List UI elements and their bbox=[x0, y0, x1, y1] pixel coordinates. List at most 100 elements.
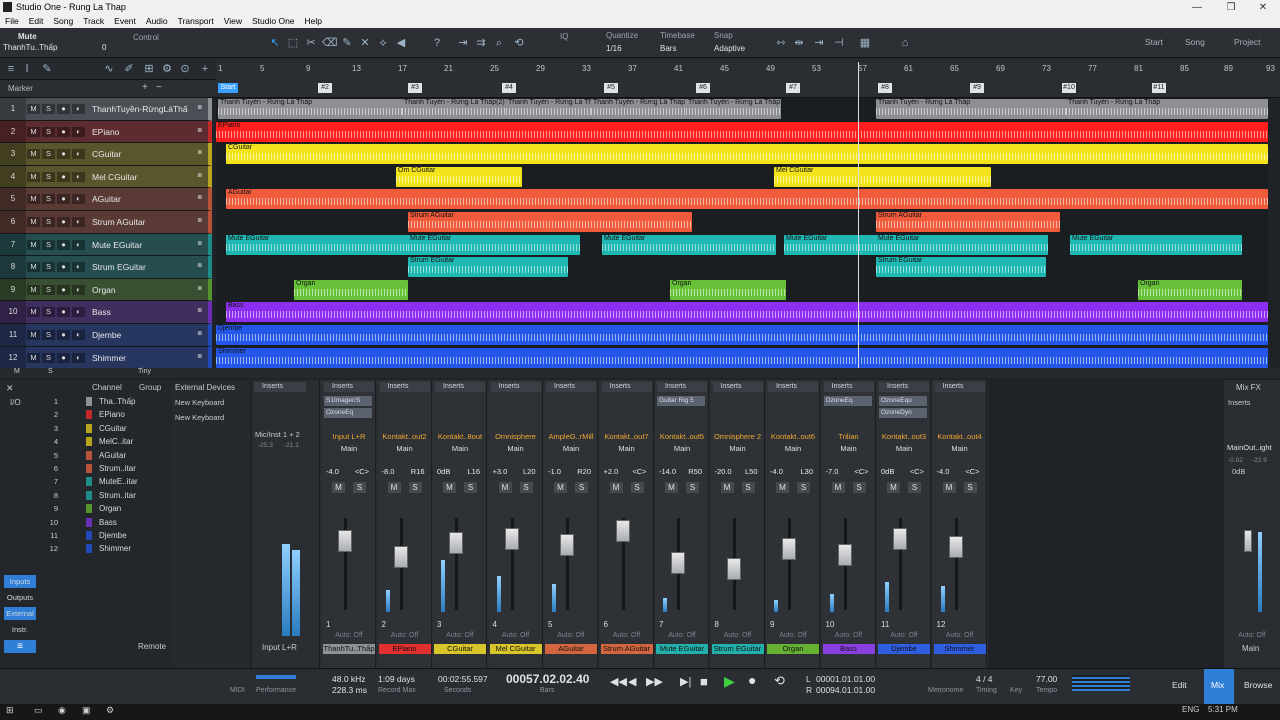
record-arm-button[interactable]: ● bbox=[57, 352, 70, 363]
solo-button[interactable]: S bbox=[42, 194, 55, 205]
mute-button[interactable]: M bbox=[27, 194, 40, 205]
record-arm-button[interactable]: ● bbox=[57, 330, 70, 340]
menu-file[interactable]: File bbox=[0, 15, 24, 28]
audio-event[interactable]: Om CGuitar bbox=[396, 166, 522, 187]
volume-fader[interactable] bbox=[338, 530, 352, 552]
pan-readout[interactable]: <C> bbox=[632, 467, 646, 476]
channel-name[interactable]: ThanhTu..Thấp bbox=[323, 644, 375, 654]
pan-readout[interactable]: <C> bbox=[965, 467, 979, 476]
paint-tool-icon[interactable]: ✎ bbox=[340, 36, 354, 50]
volume-fader[interactable] bbox=[726, 558, 741, 580]
channel-name[interactable]: Mel CGuitar bbox=[489, 644, 542, 654]
automation-mode[interactable]: Auto: Off bbox=[655, 632, 709, 639]
solo-button[interactable]: S bbox=[42, 352, 55, 363]
track-header[interactable]: 11 M S ● ◐ Djembe ⧈ bbox=[0, 324, 212, 347]
channel-input[interactable]: Kontakt..out6 bbox=[768, 432, 818, 441]
marker[interactable]: #3 bbox=[408, 83, 422, 93]
footer-m[interactable]: M bbox=[14, 368, 20, 375]
audio-event[interactable]: Mel CGuitar bbox=[774, 166, 991, 187]
inspector-value[interactable]: 0 bbox=[102, 43, 106, 52]
inserts-header[interactable]: Inserts bbox=[768, 382, 818, 392]
track-status-icon[interactable]: ⧈ bbox=[198, 217, 202, 225]
marker[interactable]: #4 bbox=[502, 83, 516, 93]
solo-button[interactable]: S bbox=[741, 482, 755, 493]
remote-label[interactable]: Remote bbox=[138, 642, 166, 651]
track-height-select[interactable]: Tiny bbox=[138, 368, 151, 375]
solo-button[interactable]: S bbox=[963, 482, 977, 493]
audio-event[interactable]: Organ bbox=[1138, 279, 1242, 300]
track-status-icon[interactable]: ⧈ bbox=[198, 194, 202, 202]
channel-list-item[interactable]: MelC..itar bbox=[99, 437, 133, 446]
channel-list-item[interactable]: MuteE..itar bbox=[99, 477, 138, 486]
audio-event[interactable]: Thanh Tuyền - Rừng Lá Thấp bbox=[876, 99, 1066, 119]
track-name[interactable]: ThanhTuyền-RừngLáThấp bbox=[92, 104, 188, 114]
channel-input[interactable]: Kontakt..out2 bbox=[380, 432, 430, 441]
track-name[interactable]: Bass bbox=[92, 307, 188, 317]
channel-name[interactable]: Djembe bbox=[878, 644, 930, 654]
automation-mode[interactable]: Auto: Off bbox=[378, 632, 432, 639]
monitor-button[interactable]: ◐ bbox=[72, 171, 85, 182]
channel-name[interactable]: AGuitar bbox=[545, 644, 597, 654]
track-name[interactable]: Organ bbox=[92, 285, 188, 295]
audio-event[interactable]: Strum EGuitar bbox=[876, 257, 1046, 278]
solo-button[interactable]: S bbox=[42, 262, 55, 273]
automation-mode[interactable]: Auto: Off bbox=[822, 632, 876, 639]
tempo-value[interactable]: 77.00 bbox=[1036, 674, 1057, 684]
solo-button[interactable]: S bbox=[42, 149, 55, 160]
automation-mode[interactable]: Auto: Off bbox=[489, 632, 543, 639]
record-arm-button[interactable]: ● bbox=[57, 307, 70, 318]
channel-output[interactable]: Main bbox=[546, 444, 596, 453]
pan-readout[interactable]: L20 bbox=[523, 467, 536, 476]
solo-button[interactable]: S bbox=[686, 482, 699, 493]
menu-studio-one[interactable]: Studio One bbox=[247, 15, 300, 28]
volume-fader[interactable] bbox=[449, 532, 463, 554]
mute-button[interactable]: M bbox=[27, 262, 40, 273]
grid-menu-icon[interactable]: ▦ bbox=[858, 36, 872, 50]
record-arm-button[interactable]: ● bbox=[57, 262, 70, 273]
mute-button[interactable]: M bbox=[942, 482, 956, 493]
track-lane[interactable]: Strum EGuitar Strum EGuitar bbox=[216, 256, 1268, 279]
close-icon[interactable]: ✕ bbox=[1246, 0, 1280, 15]
track-name[interactable]: Strum EGuitar bbox=[92, 262, 188, 272]
channel-output[interactable]: Main bbox=[380, 444, 430, 453]
menu-transport[interactable]: Transport bbox=[173, 15, 219, 28]
automation-mode[interactable]: Auto: Off bbox=[933, 632, 987, 639]
mute-button[interactable]: M bbox=[887, 482, 900, 493]
channel-name[interactable]: Strum EGuitar bbox=[711, 644, 764, 654]
add-marker-icon[interactable]: + bbox=[142, 82, 148, 93]
mute-button[interactable]: M bbox=[831, 482, 845, 493]
volume-fader[interactable] bbox=[504, 528, 519, 550]
main-out-io[interactable]: MainOut..ight bbox=[1227, 443, 1272, 452]
channel-output[interactable]: Main bbox=[324, 444, 374, 453]
track-name[interactable]: CGuitar bbox=[92, 149, 188, 159]
mute-button[interactable]: M bbox=[332, 482, 345, 493]
rewind-icon[interactable]: ◀◀ bbox=[610, 675, 627, 688]
solo-button[interactable]: S bbox=[42, 284, 55, 295]
language-indicator[interactable]: ENG bbox=[1182, 705, 1199, 714]
track-lane[interactable]: Shimmer bbox=[216, 347, 1268, 370]
track-lane[interactable]: Mute EGuitar Mute EGuitar Mute EGuitar Mute… bbox=[216, 234, 1268, 257]
channel-name[interactable]: Strum AGuitar bbox=[600, 644, 653, 654]
solo-button[interactable]: S bbox=[464, 482, 477, 493]
solo-button[interactable]: S bbox=[42, 307, 55, 318]
inserts-header[interactable]: Inserts bbox=[1228, 398, 1251, 407]
quantize-value[interactable]: 1/16 bbox=[606, 44, 622, 53]
record-arm-button[interactable]: ● bbox=[57, 217, 70, 227]
audio-event[interactable]: Strum AGuitar bbox=[876, 212, 1060, 232]
remove-marker-icon[interactable]: − bbox=[156, 82, 162, 93]
channel-list-item[interactable]: Organ bbox=[99, 504, 121, 513]
snap-loop-icon[interactable]: ⊣ bbox=[832, 36, 846, 50]
marker[interactable]: #9 bbox=[970, 83, 984, 93]
mute-button[interactable]: M bbox=[443, 482, 456, 493]
channel-output[interactable]: Main bbox=[713, 444, 763, 453]
main-out-volume[interactable]: 0dB bbox=[1232, 467, 1245, 476]
track-status-icon[interactable]: ⧈ bbox=[198, 149, 202, 157]
mute-button[interactable]: M bbox=[27, 330, 40, 340]
channel-input[interactable]: Kontakt..8out bbox=[435, 432, 485, 441]
mute-button[interactable]: M bbox=[554, 482, 567, 493]
automation-mode[interactable]: Auto: Off bbox=[877, 632, 931, 639]
channel-input[interactable]: Kontakt..out4 bbox=[935, 432, 985, 441]
project-page-button[interactable]: Project bbox=[1234, 37, 1260, 47]
draw-icon[interactable]: ✐ bbox=[122, 62, 136, 76]
inserts-header[interactable]: Inserts bbox=[934, 382, 985, 392]
